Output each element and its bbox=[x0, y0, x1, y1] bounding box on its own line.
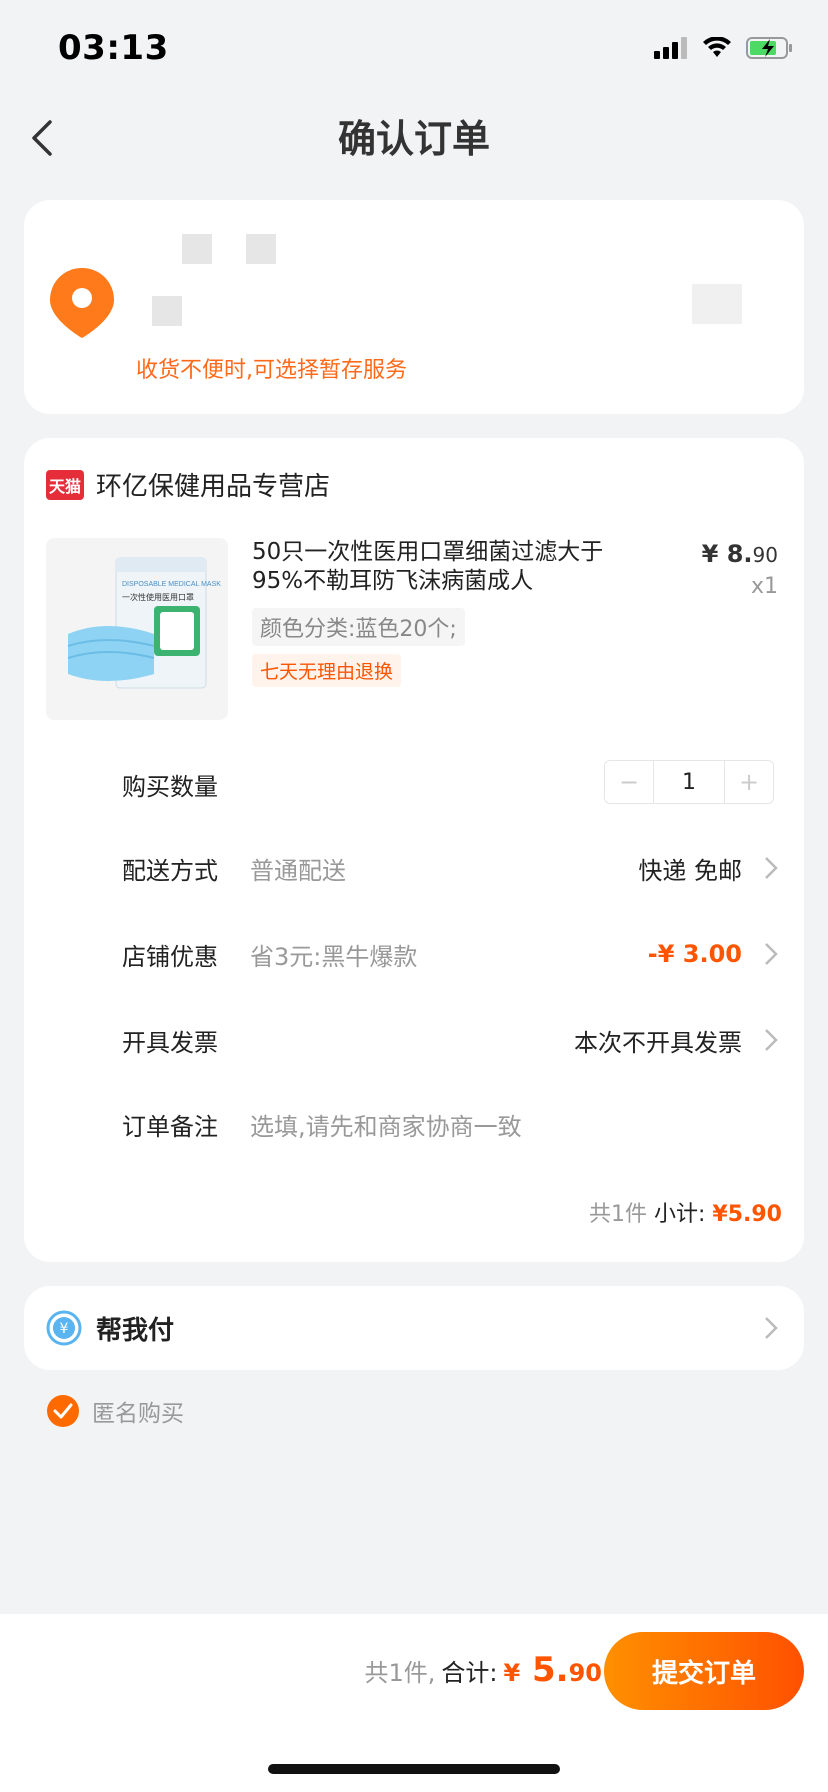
chevron-right-icon bbox=[765, 1029, 778, 1051]
address-note: 收货不便时,可选择暂存服务 bbox=[136, 358, 407, 383]
subtotal: 共1件 小计: ¥5.90 bbox=[589, 1196, 782, 1228]
order-card: 天猫 环亿保健用品专营店 DISPOSABLE MEDICAL MASK 一次性… bbox=[24, 438, 804, 1262]
chevron-right-icon bbox=[765, 1317, 778, 1339]
subtotal-dec: 90 bbox=[751, 1202, 782, 1227]
remark-input[interactable]: 选填,请先和商家协商一致 bbox=[250, 1107, 522, 1142]
address-phone-blur bbox=[246, 234, 276, 264]
anonymous-label: 匿名购买 bbox=[92, 1401, 184, 1427]
pay-for-me-label: 帮我付 bbox=[96, 1316, 175, 1346]
total-int: 5. bbox=[532, 1650, 569, 1690]
remark-label: 订单备注 bbox=[122, 1112, 218, 1141]
total-amount: ¥ 5.90 bbox=[503, 1650, 602, 1690]
product-sku: 颜色分类:蓝色20个; bbox=[252, 608, 465, 646]
wifi-icon bbox=[703, 37, 731, 57]
invoice-row[interactable]: 开具发票 本次不开具发票 bbox=[24, 1010, 804, 1070]
pay-for-me-card[interactable]: ¥ 帮我付 bbox=[24, 1286, 804, 1370]
quantity-value[interactable]: 1 bbox=[653, 761, 725, 803]
discount-sub: 省3元:黑牛爆款 bbox=[250, 942, 418, 971]
tmall-logo-icon: 天猫 bbox=[46, 469, 84, 500]
delivery-sub: 普通配送 bbox=[250, 856, 346, 885]
address-card[interactable]: 收货不便时,可选择暂存服务 bbox=[24, 200, 804, 414]
status-bar: 03:13 bbox=[0, 0, 828, 100]
address-extra-blur bbox=[692, 284, 742, 324]
svg-text:¥: ¥ bbox=[60, 1321, 69, 1337]
invoice-label: 开具发票 bbox=[122, 1028, 218, 1057]
price-dec: 90 bbox=[752, 543, 778, 567]
delivery-value: 快递 免邮 bbox=[638, 856, 742, 885]
home-indicator bbox=[268, 1764, 560, 1774]
anonymous-purchase-option[interactable]: 匿名购买 bbox=[46, 1394, 184, 1428]
battery-charging-icon bbox=[746, 37, 792, 59]
invoice-value: 本次不开具发票 bbox=[574, 1028, 742, 1057]
discount-row[interactable]: 店铺优惠 省3元:黑牛爆款 -¥ 3.00 bbox=[24, 924, 804, 984]
checkbox-checked-icon[interactable] bbox=[46, 1394, 80, 1428]
product-title[interactable]: 50只一次性医用口罩细菌过滤大于95%不勒耳防飞沫病菌成人 bbox=[252, 538, 612, 596]
page-title: 确认订单 bbox=[337, 117, 490, 161]
shop-row[interactable]: 天猫 环亿保健用品专营店 bbox=[46, 466, 330, 503]
delivery-row[interactable]: 配送方式 普通配送 快递 免邮 bbox=[24, 838, 804, 898]
price-symbol: ¥ bbox=[701, 540, 719, 568]
product-image[interactable]: DISPOSABLE MEDICAL MASK 一次性使用医用口罩 bbox=[46, 538, 228, 720]
remark-row: 订单备注 选填,请先和商家协商一致 bbox=[24, 1094, 804, 1154]
order-total: 共1件, 合计: ¥ 5.90 bbox=[364, 1650, 602, 1690]
subtotal-int: 5. bbox=[727, 1202, 752, 1227]
address-detail-blur bbox=[152, 296, 182, 326]
decrease-button[interactable]: − bbox=[605, 761, 653, 803]
yuan-coin-icon: ¥ bbox=[46, 1310, 82, 1346]
mask-package-icon: DISPOSABLE MEDICAL MASK 一次性使用医用口罩 bbox=[67, 557, 221, 689]
product-qty: x1 bbox=[750, 574, 778, 599]
quantity-stepper: − 1 + bbox=[604, 760, 774, 804]
svg-text:一次性使用医用口罩: 一次性使用医用口罩 bbox=[122, 592, 194, 602]
cellular-signal-icon bbox=[654, 37, 687, 59]
subtotal-count: 共1件 bbox=[588, 1202, 647, 1227]
total-label: 合计: bbox=[441, 1659, 498, 1687]
svg-text:DISPOSABLE MEDICAL MASK: DISPOSABLE MEDICAL MASK bbox=[122, 581, 221, 588]
discount-label: 店铺优惠 bbox=[122, 942, 218, 971]
chevron-right-icon bbox=[765, 943, 778, 965]
total-dec: 90 bbox=[568, 1659, 602, 1687]
shop-name: 环亿保健用品专营店 bbox=[96, 472, 331, 502]
discount-value: -¥ 3.00 bbox=[647, 940, 742, 968]
subtotal-label: 小计: bbox=[653, 1202, 706, 1227]
status-time: 03:13 bbox=[58, 28, 169, 68]
quantity-row: 购买数量 − 1 + bbox=[24, 754, 804, 814]
subtotal-symbol: ¥ bbox=[712, 1202, 728, 1227]
total-count: 共1件, bbox=[364, 1659, 436, 1687]
delivery-label: 配送方式 bbox=[122, 856, 218, 885]
total-symbol: ¥ bbox=[503, 1659, 521, 1687]
chevron-right-icon bbox=[765, 857, 778, 879]
quantity-label: 购买数量 bbox=[122, 772, 218, 801]
price-int: 8. bbox=[726, 540, 753, 568]
address-name-blur bbox=[182, 234, 212, 264]
nav-bar: 确认订单 bbox=[0, 100, 828, 178]
return-policy-badge: 七天无理由退换 bbox=[252, 654, 402, 687]
product-price: ¥ 8.90 bbox=[702, 540, 778, 568]
increase-button[interactable]: + bbox=[725, 761, 773, 803]
status-icons bbox=[654, 36, 794, 60]
location-pin-icon bbox=[50, 268, 114, 338]
submit-order-button[interactable]: 提交订单 bbox=[604, 1632, 804, 1710]
